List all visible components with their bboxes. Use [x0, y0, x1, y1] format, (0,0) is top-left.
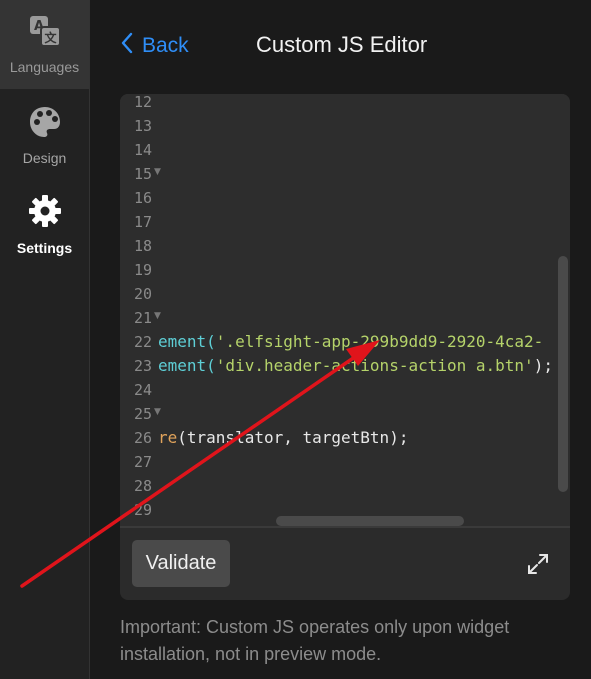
line-number: 19 [133, 261, 152, 279]
code-token: ement( [158, 356, 216, 375]
expand-icon[interactable] [526, 552, 550, 576]
sidebar: A 文 Languages Design Settings [0, 0, 90, 679]
line-number: 12 [133, 94, 152, 111]
sidebar-item-design[interactable]: Design [0, 91, 89, 180]
line-number: 28 [133, 477, 152, 495]
sidebar-item-label: Settings [16, 240, 73, 256]
line-number: 14 [133, 141, 152, 159]
info-note: Important: Custom JS operates only upon … [120, 617, 510, 664]
code-line-26: re(translator, targetBtn); [158, 426, 408, 450]
sidebar-item-languages[interactable]: A 文 Languages [0, 0, 89, 89]
fold-toggle-icon[interactable]: ▼ [154, 311, 161, 321]
header: Back Custom JS Editor [90, 0, 591, 94]
code-token: '.elfsight-app-299b9dd9-2920-4ca2- [215, 332, 544, 351]
validate-button[interactable]: Validate [132, 540, 230, 587]
divider [120, 526, 570, 528]
line-number: 13 [133, 117, 152, 135]
code-token: (translator, targetBtn); [177, 428, 409, 447]
code-editor: 12 13 14 15 16 17 18 19 20 21 22 23 24 2… [120, 94, 570, 600]
line-number: 22 [133, 333, 152, 351]
translate-icon: A 文 [28, 14, 62, 53]
back-button[interactable]: Back [120, 30, 189, 62]
code-line-23: ement('div.header-actions-action a.btn')… [158, 354, 553, 378]
line-number: 27 [133, 453, 152, 471]
fold-toggle-icon[interactable]: ▼ [154, 167, 161, 177]
line-number: 21 [133, 309, 152, 327]
gear-icon [27, 193, 63, 234]
fold-toggle-icon[interactable]: ▼ [154, 407, 161, 417]
line-number: 18 [133, 237, 152, 255]
line-number: 24 [133, 381, 152, 399]
main-panel: Back Custom JS Editor 12 13 14 15 16 17 … [90, 0, 591, 679]
line-number: 29 [133, 501, 152, 519]
horizontal-scrollbar[interactable] [276, 516, 464, 526]
code-line-22: ement('.elfsight-app-299b9dd9-2920-4ca2- [158, 330, 543, 354]
back-label: Back [142, 34, 189, 57]
line-number-gutter: 12 13 14 15 16 17 18 19 20 21 22 23 24 2… [120, 94, 164, 526]
code-token: 'div.header-actions-action a.btn' [215, 356, 534, 375]
code-area[interactable]: 12 13 14 15 16 17 18 19 20 21 22 23 24 2… [120, 94, 570, 526]
line-number: 16 [133, 189, 152, 207]
line-number: 25 [133, 405, 152, 423]
code-token: ement( [158, 332, 216, 351]
line-number: 26 [133, 429, 152, 447]
line-number: 23 [133, 357, 152, 375]
svg-text:文: 文 [44, 30, 57, 45]
line-number: 15 [133, 165, 152, 183]
sidebar-item-label: Languages [9, 59, 80, 75]
palette-icon [28, 105, 62, 144]
sidebar-item-settings[interactable]: Settings [0, 180, 89, 269]
code-token: ); [533, 356, 553, 375]
chevron-left-icon [120, 32, 134, 60]
line-number: 20 [133, 285, 152, 303]
line-number: 17 [133, 213, 152, 231]
page-title: Custom JS Editor [256, 32, 428, 57]
code-token: re [158, 428, 178, 447]
vertical-scrollbar[interactable] [558, 256, 568, 492]
sidebar-item-label: Design [22, 150, 67, 166]
